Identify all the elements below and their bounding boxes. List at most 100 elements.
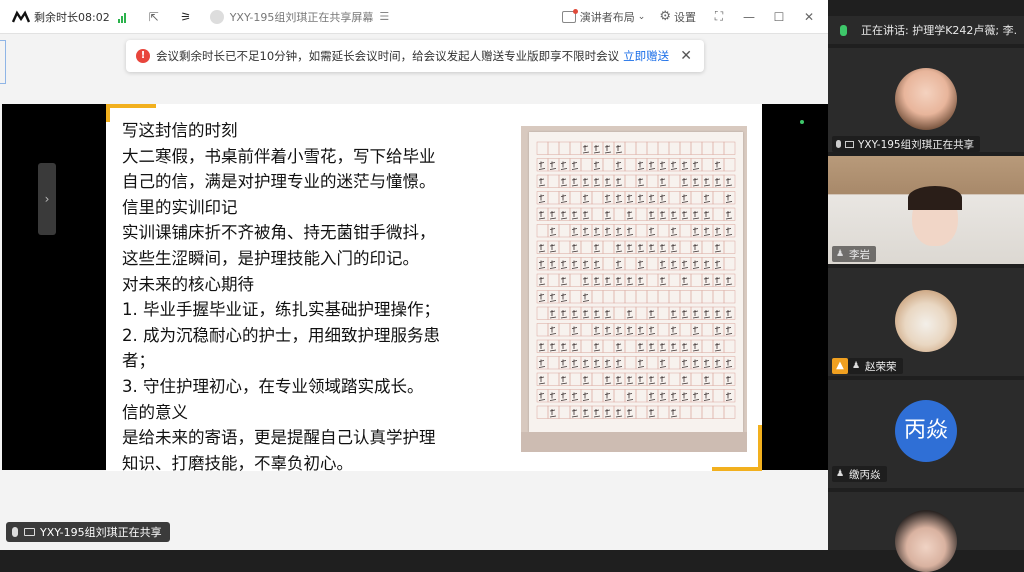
handwritten-character bbox=[593, 326, 601, 335]
grid-cell bbox=[558, 240, 571, 254]
grid-cell bbox=[712, 290, 725, 304]
participant-tile[interactable] bbox=[828, 492, 1024, 572]
maximize-icon[interactable]: ☐ bbox=[772, 10, 786, 24]
layout-button[interactable]: 演讲者布局 ⌄ bbox=[561, 8, 645, 25]
handwritten-character bbox=[648, 376, 656, 385]
handwritten-character bbox=[703, 359, 711, 368]
grid-cell bbox=[624, 174, 637, 188]
side-edge-handle[interactable] bbox=[0, 40, 6, 84]
grid-cell bbox=[668, 356, 681, 370]
handwritten-character bbox=[714, 310, 722, 319]
speaking-text: 正在讲话: 护理学K242卢薇; 李. bbox=[861, 24, 1018, 37]
handwritten-character bbox=[538, 211, 546, 220]
handwritten-character bbox=[549, 293, 557, 302]
grid-cell bbox=[613, 207, 626, 221]
handwritten-character bbox=[637, 244, 645, 253]
handwritten-character bbox=[725, 376, 733, 385]
minimize-icon[interactable]: — bbox=[742, 10, 756, 24]
handwriting-grid bbox=[536, 141, 736, 419]
grid-cell bbox=[701, 158, 714, 172]
handwritten-character bbox=[560, 392, 568, 401]
participants-panel: 正在讲话: 护理学K242卢薇; 李. YXY-195组刘琪正在共享 ♟ 李岩 … bbox=[828, 0, 1024, 572]
handwritten-character bbox=[670, 260, 678, 269]
grid-cell bbox=[690, 290, 703, 304]
fullscreen-icon[interactable]: ⛶ bbox=[712, 9, 726, 24]
person-icon: ♟ bbox=[836, 248, 845, 259]
handwritten-character bbox=[582, 260, 590, 269]
grid-cell bbox=[635, 405, 648, 419]
time-warning-notice: ! 会议剩余时长已不足10分钟，如需延长会议时间，给会议发起人赠送专业版即享不限… bbox=[126, 40, 704, 72]
grid-cell bbox=[558, 323, 571, 337]
participant-tile[interactable]: 丙焱 ♟ 缴丙焱 bbox=[828, 380, 1024, 488]
handwritten-character bbox=[604, 310, 612, 319]
grid-cell bbox=[679, 224, 692, 238]
handwritten-character bbox=[626, 227, 634, 236]
handwritten-character bbox=[549, 409, 557, 418]
grid-cell bbox=[668, 372, 681, 386]
slide-line: 信里的实训印记 bbox=[122, 197, 238, 217]
handwritten-character bbox=[571, 310, 579, 319]
participant-tile[interactable]: YXY-195组刘琪正在共享 bbox=[828, 48, 1024, 152]
handwritten-character bbox=[692, 227, 700, 236]
grid-cell bbox=[591, 290, 604, 304]
grid-cell bbox=[646, 257, 659, 271]
handwritten-character bbox=[593, 310, 601, 319]
handwritten-character bbox=[648, 227, 656, 236]
handwritten-character bbox=[703, 310, 711, 319]
share-external-icon[interactable]: ⇱ bbox=[146, 9, 162, 25]
handwritten-character bbox=[615, 145, 623, 154]
settings-button[interactable]: ⚙ 设置 bbox=[659, 9, 696, 25]
menu-icon[interactable]: ☰ bbox=[379, 10, 389, 23]
handwritten-character bbox=[703, 260, 711, 269]
handwritten-character bbox=[538, 392, 546, 401]
grid-cell bbox=[624, 158, 637, 172]
handwritten-character bbox=[560, 343, 568, 352]
handwritten-character bbox=[604, 178, 612, 187]
participant-label: 赵荣荣 bbox=[865, 360, 897, 373]
slide-line: 对未来的核心期待 bbox=[122, 274, 254, 294]
handwritten-character bbox=[582, 293, 590, 302]
handwritten-character bbox=[637, 376, 645, 385]
handwritten-character bbox=[714, 161, 722, 170]
handwritten-character bbox=[560, 178, 568, 187]
handwritten-character bbox=[626, 326, 634, 335]
avatar bbox=[895, 290, 957, 352]
handwritten-character bbox=[604, 359, 612, 368]
handwritten-character bbox=[692, 260, 700, 269]
handwritten-character bbox=[637, 161, 645, 170]
collapse-handle-icon[interactable]: › bbox=[38, 163, 56, 235]
grid-cell bbox=[580, 339, 593, 353]
handwritten-character bbox=[703, 277, 711, 286]
handwritten-character bbox=[549, 260, 557, 269]
grid-cell bbox=[635, 207, 648, 221]
participant-tile[interactable]: ▲ ♟ 赵荣荣 bbox=[828, 268, 1024, 376]
handwritten-character bbox=[582, 409, 590, 418]
handwritten-character bbox=[626, 409, 634, 418]
participant-video[interactable]: ♟ 李岩 bbox=[828, 156, 1024, 264]
gift-now-link[interactable]: 立即赠送 bbox=[623, 48, 669, 64]
handwritten-character bbox=[725, 392, 733, 401]
signal-icon[interactable] bbox=[117, 11, 130, 23]
handwritten-character bbox=[593, 260, 601, 269]
grid-cell bbox=[569, 372, 582, 386]
handwritten-character bbox=[637, 277, 645, 286]
handwritten-character bbox=[571, 260, 579, 269]
handwritten-character bbox=[670, 409, 678, 418]
handwritten-character bbox=[538, 194, 546, 203]
handwritten-character bbox=[582, 376, 590, 385]
handwritten-character bbox=[571, 326, 579, 335]
grid-cell bbox=[569, 141, 582, 155]
close-window-icon[interactable]: ✕ bbox=[802, 10, 816, 24]
settings-label: 设置 bbox=[674, 10, 696, 24]
handwritten-character bbox=[692, 244, 700, 253]
layout-label: 演讲者布局 bbox=[579, 10, 635, 24]
handwritten-character bbox=[659, 392, 667, 401]
handwritten-character bbox=[659, 343, 667, 352]
handwritten-character bbox=[692, 211, 700, 220]
handwritten-character bbox=[637, 178, 645, 187]
handwritten-character bbox=[538, 293, 546, 302]
grid-cell bbox=[690, 141, 703, 155]
handwritten-character bbox=[637, 260, 645, 269]
close-icon[interactable]: ✕ bbox=[680, 48, 692, 64]
handwritten-character bbox=[725, 194, 733, 203]
